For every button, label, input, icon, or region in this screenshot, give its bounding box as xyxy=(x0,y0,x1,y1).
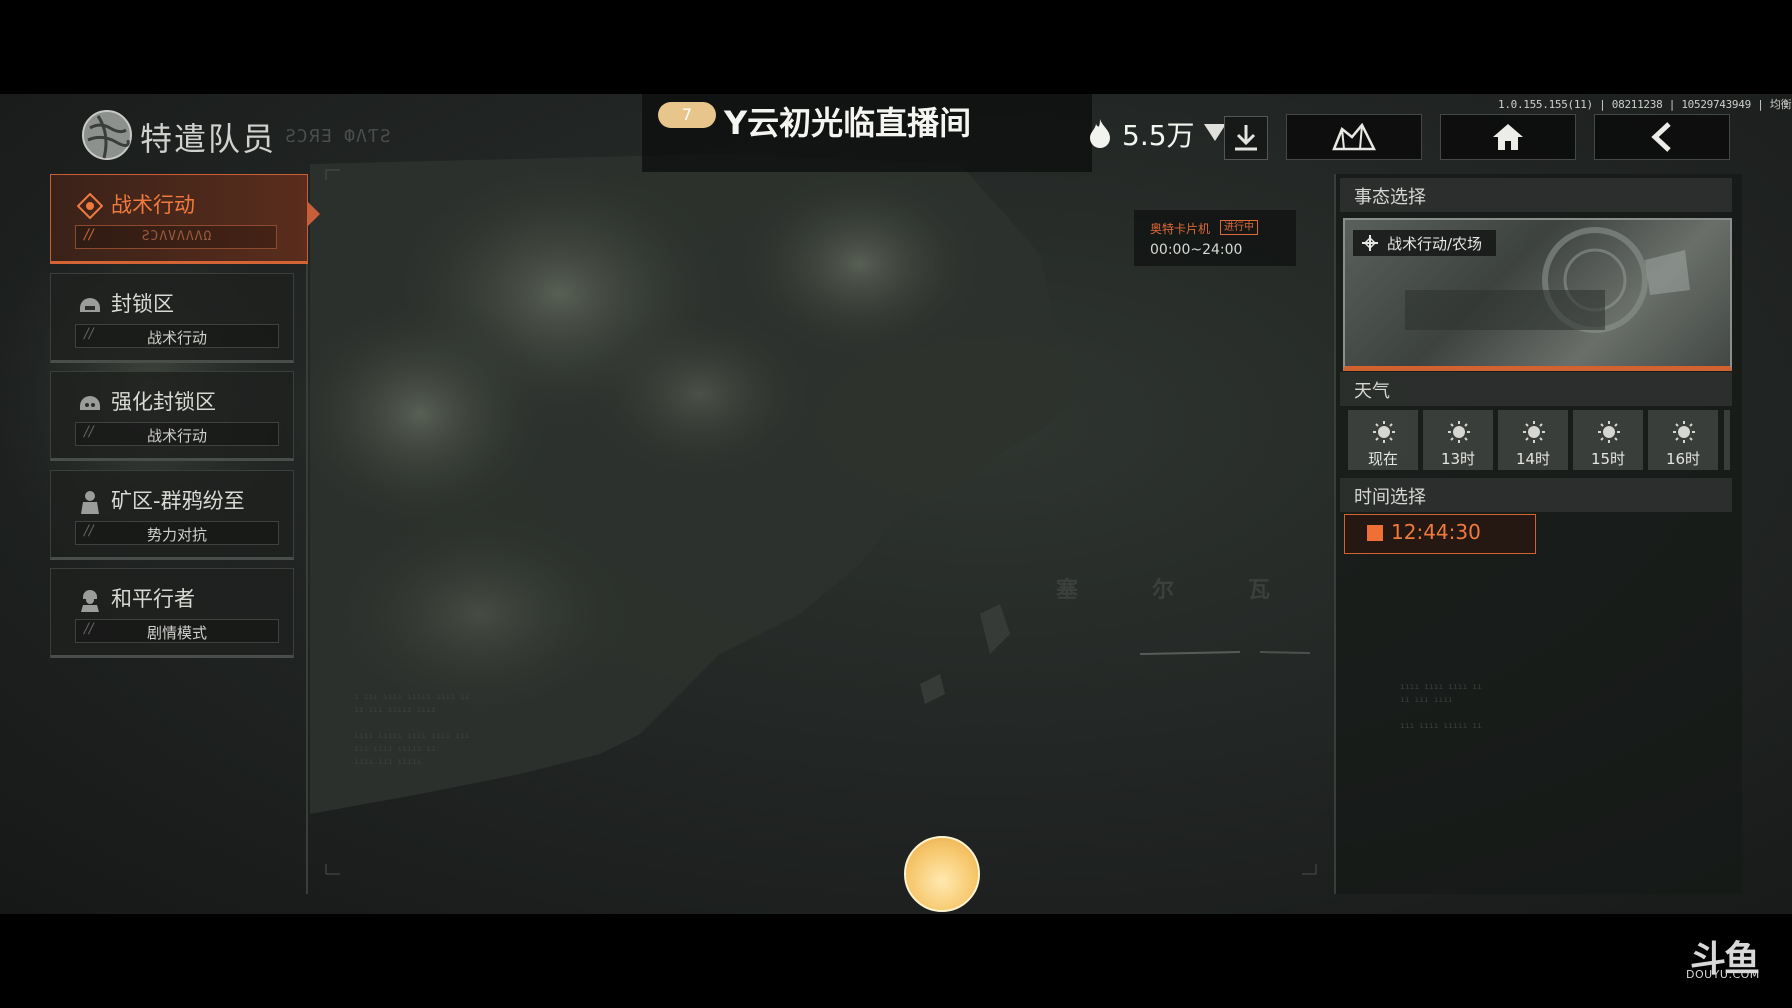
weather-slot-13[interactable]: 13时 xyxy=(1423,410,1493,470)
soldier-icon xyxy=(81,491,99,514)
soldier-helmet-icon xyxy=(81,590,99,612)
weather-label: 现在 xyxy=(1367,450,1398,468)
event-status-badge: 进行中 xyxy=(1220,220,1258,235)
weather-label: 15时 xyxy=(1590,450,1626,468)
section-title: 时间选择 xyxy=(1354,487,1426,508)
map-label: 尔 xyxy=(1152,578,1175,603)
mode-sub: 势力对抗 xyxy=(146,526,207,544)
home-icon xyxy=(1493,124,1523,150)
weather-label: 13时 xyxy=(1440,450,1476,468)
weather-label: 16时 xyxy=(1665,450,1701,468)
helmet-icon xyxy=(80,298,100,312)
mode-sub: ƧƆΛVΛΛΛΩ xyxy=(141,229,213,244)
situation-tag-label: 战术行动/农场 xyxy=(1387,234,1483,253)
mode-item-lockdown[interactable]: 封锁区 // 战术行动 xyxy=(50,273,294,363)
sun-icon xyxy=(1448,421,1470,443)
section-title: 事态选择 xyxy=(1354,187,1426,208)
mode-title: 封锁区 xyxy=(111,292,174,316)
mode-sub: 剧情模式 xyxy=(146,624,207,642)
page-title: 特遣队员 xyxy=(140,120,277,158)
decorative-data-text: ı ııı ıııı ııııı ıııı ıı ıı ııı ııııı ııı… xyxy=(354,692,470,766)
tactical-icon xyxy=(77,193,103,219)
section-title: 天气 xyxy=(1354,381,1390,402)
globe-icon xyxy=(82,110,132,160)
sidebar-divider xyxy=(306,174,308,894)
situation-tag: 战术行动/农场 xyxy=(1353,230,1497,256)
home-button[interactable] xyxy=(1440,114,1576,160)
event-name: 奥特卡片机 xyxy=(1150,222,1211,236)
mode-sub: 战术行动 xyxy=(146,329,207,347)
crosshair-icon xyxy=(1362,235,1378,251)
weather-slot-now[interactable]: 现在 xyxy=(1348,410,1418,470)
sun-icon xyxy=(1598,421,1620,443)
level-value: 7 xyxy=(681,105,693,124)
mode-title: 矿区-群鸦纷至 xyxy=(111,489,245,513)
mode-sub-box: // ƧƆΛVΛΛΛΩ xyxy=(75,225,277,249)
time-swatch xyxy=(1367,525,1383,541)
mode-item-peace-walker[interactable]: 和平行者 // 剧情模式 xyxy=(50,568,294,658)
weather-section-header: 天气 xyxy=(1340,372,1732,406)
helmet-skull-icon xyxy=(80,396,100,410)
weather-scroll-edge[interactable] xyxy=(1724,410,1730,470)
time-value: 12:44:30 xyxy=(1391,520,1481,544)
mode-sub-box: // 战术行动 xyxy=(75,422,279,446)
active-pointer xyxy=(308,202,320,226)
sun-icon xyxy=(1373,421,1395,443)
time-select-field[interactable]: 12:44:30 xyxy=(1344,514,1536,554)
chevron-down-icon[interactable] xyxy=(1204,124,1226,141)
streamer-avatar[interactable] xyxy=(904,836,980,912)
download-icon xyxy=(1235,125,1257,151)
mode-item-enhanced-lockdown[interactable]: 强化封锁区 // 战术行动 xyxy=(50,371,294,461)
mode-title: 战术行动 xyxy=(111,193,195,217)
flame-icon xyxy=(1090,119,1110,148)
mode-item-mine-crows[interactable]: 矿区-群鸦纷至 // 势力对抗 xyxy=(50,470,294,560)
map-icon xyxy=(1332,123,1376,151)
game-screen: 特遣队员 ƧƆЯƎ ՓΛƬƧ 7 Y云初光临直播间 5.5万 1.0.155.1… xyxy=(0,94,1792,914)
weather-label: 14时 xyxy=(1515,450,1551,468)
mode-sub-box: // 剧情模式 xyxy=(75,619,279,643)
back-button[interactable] xyxy=(1594,114,1730,160)
event-card[interactable]: 奥特卡片机 进行中 00:00~24:00 xyxy=(1134,210,1296,266)
weather-slot-15[interactable]: 15时 xyxy=(1573,410,1643,470)
mode-title: 强化封锁区 xyxy=(111,390,216,414)
situation-card[interactable]: 战术行动/农场 xyxy=(1343,218,1732,371)
weather-slot-14[interactable]: 14时 xyxy=(1498,410,1568,470)
page-subtitle-deco: ƧƆЯƎ ՓΛƬƧ xyxy=(285,126,392,147)
download-button[interactable] xyxy=(1224,116,1268,160)
mode-sub-box: // 战术行动 xyxy=(75,324,279,348)
back-icon xyxy=(1651,122,1671,152)
map-label: 塞 xyxy=(1056,578,1079,603)
level-badge: 7 xyxy=(658,102,716,128)
sun-icon xyxy=(1673,421,1695,443)
mode-title: 和平行者 xyxy=(111,587,195,611)
version-info: 1.0.155.155(11) | 08211238 | 10529743949… xyxy=(1498,98,1792,111)
map-button[interactable] xyxy=(1286,114,1422,160)
mode-sub: 战术行动 xyxy=(146,427,207,445)
event-time: 00:00~24:00 xyxy=(1150,242,1243,258)
situation-section-header: 事态选择 xyxy=(1340,178,1732,212)
map-label: 瓦 xyxy=(1248,578,1271,603)
decorative-data-text: ıııı ıııı ıııı ıı ıı ııı ıııı ııı ıııı ııı… xyxy=(1400,682,1482,730)
time-section-header: 时间选择 xyxy=(1340,478,1732,512)
weather-slot-16[interactable]: 16时 xyxy=(1648,410,1718,470)
hot-count: 5.5万 xyxy=(1122,119,1195,152)
mode-item-tactical[interactable]: 战术行动 // ƧƆΛVΛΛΛΩ xyxy=(50,174,308,264)
mode-sub-box: // 势力对抗 xyxy=(75,521,279,545)
stream-title: Y云初光临直播间 xyxy=(724,104,972,142)
douyu-watermark-en: DOUYU.COM xyxy=(1686,968,1760,981)
sun-icon xyxy=(1523,421,1545,443)
